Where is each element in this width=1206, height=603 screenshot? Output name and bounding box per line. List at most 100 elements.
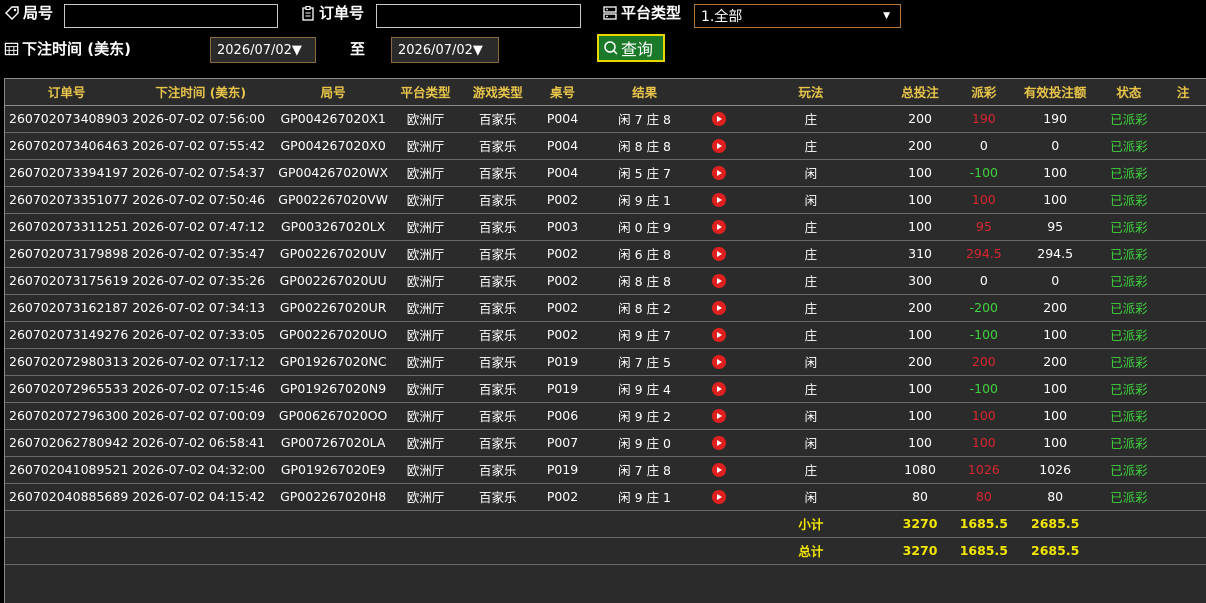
cell-play: [701, 483, 737, 511]
header-platform: 平台类型: [393, 79, 458, 106]
cell-table-no: P004: [537, 105, 588, 133]
cell-payout: 80: [954, 483, 1013, 511]
play-video-icon[interactable]: [712, 355, 727, 370]
play-video-icon[interactable]: [712, 274, 727, 289]
cell-valid-bet: 200: [1012, 348, 1098, 376]
cell-order-no: 260702072796300: [5, 402, 129, 430]
cell-bet-time: 2026-07-02 07:33:05: [128, 321, 274, 349]
table-row[interactable]: 260702062780942 2026-07-02 06:58:41 GP0072…: [5, 429, 1206, 457]
cell-table-no: P002: [537, 321, 588, 349]
cell-round-no: GP002267020UR: [273, 294, 394, 322]
orders-table: 订单号 下注时间 (美东) 局号 平台类型 游戏类型 桌号 结果 玩法 总投注 派彩 有效投注额 状态…: [5, 79, 1206, 565]
table-row[interactable]: 260702073408903 2026-07-02 07:56:00 GP0042…: [5, 105, 1206, 133]
cell-platform: 欧洲厅: [393, 375, 458, 403]
play-video-icon[interactable]: [712, 409, 727, 424]
play-video-icon[interactable]: [712, 166, 727, 181]
cell-platform: 欧洲厅: [393, 483, 458, 511]
table-row[interactable]: 260702073406463 2026-07-02 07:55:42 GP0042…: [5, 132, 1206, 160]
table-row[interactable]: 260702073175619 2026-07-02 07:35:26 GP0022…: [5, 267, 1206, 295]
cell-order-no: 260702073175619: [5, 267, 129, 295]
cell-round-no: GP002267020UU: [273, 267, 394, 295]
play-video-icon[interactable]: [712, 112, 727, 127]
table-row[interactable]: 260702072965533 2026-07-02 07:15:46 GP0192…: [5, 375, 1206, 403]
play-video-icon[interactable]: [712, 301, 727, 316]
table-row[interactable]: 260702073394197 2026-07-02 07:54:37 GP0042…: [5, 159, 1206, 187]
sum-payout: 1685.5: [954, 510, 1013, 538]
play-video-icon[interactable]: [712, 436, 727, 451]
table-row[interactable]: 260702073162187 2026-07-02 07:34:13 GP0022…: [5, 294, 1206, 322]
cell-status: 已派彩: [1097, 105, 1161, 133]
cell-bet-type: 闲: [736, 348, 886, 376]
cell-total-bet: 100: [885, 375, 955, 403]
cell-result: 闲 9 庄 7: [587, 321, 702, 349]
cell-table-no: P004: [537, 132, 588, 160]
date-to-select[interactable]: 2026/07/02▼: [391, 37, 499, 63]
cell-table-no: P002: [537, 267, 588, 295]
cell-result: 闲 9 庄 2: [587, 402, 702, 430]
orders-table-container[interactable]: 订单号 下注时间 (美东) 局号 平台类型 游戏类型 桌号 结果 玩法 总投注 派彩 有效投注额 状态…: [4, 78, 1206, 603]
table-row[interactable]: 260702073351077 2026-07-02 07:50:46 GP0022…: [5, 186, 1206, 214]
subtotal-row: 小计 3270 1685.5 2685.5: [5, 510, 1206, 538]
cell-game-type: 百家乐: [457, 186, 538, 214]
cell-platform: 欧洲厅: [393, 321, 458, 349]
cell-table-no: P019: [537, 348, 588, 376]
cell-play: [701, 132, 737, 160]
cell-result: 闲 8 庄 8: [587, 132, 702, 160]
platform-select[interactable]: 1.全部 ▼: [694, 4, 901, 28]
cell-bet-time: 2026-07-02 07:56:00: [128, 105, 274, 133]
cell-game-type: 百家乐: [457, 456, 538, 484]
cell-round-no: GP002267020H8: [273, 483, 394, 511]
play-video-icon[interactable]: [712, 463, 727, 478]
play-video-icon[interactable]: [712, 490, 727, 505]
cell-result: 闲 6 庄 8: [587, 240, 702, 268]
cell-total-bet: 100: [885, 402, 955, 430]
query-button[interactable]: 查询: [597, 34, 665, 62]
order-label: 订单号: [300, 2, 364, 23]
cell-total-bet: 200: [885, 105, 955, 133]
table-row[interactable]: 260702073179898 2026-07-02 07:35:47 GP0022…: [5, 240, 1206, 268]
time-label: 下注时间 (美东): [4, 38, 131, 59]
cell-bet-time: 2026-07-02 07:15:46: [128, 375, 274, 403]
cell-status: 已派彩: [1097, 321, 1161, 349]
play-video-icon[interactable]: [712, 193, 727, 208]
header-result: 结果: [587, 79, 702, 106]
cell-table-no: P007: [537, 429, 588, 457]
cell-payout: -100: [954, 159, 1013, 187]
cell-payout: 1026: [954, 456, 1013, 484]
cell-game-type: 百家乐: [457, 213, 538, 241]
table-row[interactable]: 260702041089521 2026-07-02 04:32:00 GP0192…: [5, 456, 1206, 484]
play-video-icon[interactable]: [712, 139, 727, 154]
cell-bet-time: 2026-07-02 04:15:42: [128, 483, 274, 511]
table-row[interactable]: 260702072796300 2026-07-02 07:00:09 GP0062…: [5, 402, 1206, 430]
round-input[interactable]: [64, 4, 278, 28]
header-game-type: 游戏类型: [457, 79, 538, 106]
table-row[interactable]: 260702073149276 2026-07-02 07:33:05 GP0022…: [5, 321, 1206, 349]
cell-bet-time: 2026-07-02 07:35:47: [128, 240, 274, 268]
play-video-icon[interactable]: [712, 382, 727, 397]
table-row[interactable]: 260702040885689 2026-07-02 04:15:42 GP0022…: [5, 483, 1206, 511]
cell-payout: 294.5: [954, 240, 1013, 268]
empty-cell: [128, 510, 274, 538]
cell-bet-type: 庄: [736, 105, 886, 133]
play-video-icon[interactable]: [712, 328, 727, 343]
play-video-icon[interactable]: [712, 220, 727, 235]
empty-cell: [537, 537, 588, 565]
table-row[interactable]: 260702073311251 2026-07-02 07:47:12 GP0032…: [5, 213, 1206, 241]
empty-cell: [587, 510, 702, 538]
cell-total-bet: 300: [885, 267, 955, 295]
empty-cell: [273, 510, 394, 538]
cell-round-no: GP002267020VW: [273, 186, 394, 214]
cell-status: 已派彩: [1097, 402, 1161, 430]
cell-game-type: 百家乐: [457, 375, 538, 403]
table-row[interactable]: 260702072980313 2026-07-02 07:17:12 GP0192…: [5, 348, 1206, 376]
cell-valid-bet: 100: [1012, 186, 1098, 214]
cell-valid-bet: 100: [1012, 402, 1098, 430]
cell-platform: 欧洲厅: [393, 105, 458, 133]
order-input[interactable]: [376, 4, 581, 28]
play-video-icon[interactable]: [712, 247, 727, 262]
cell-order-no: 260702040885689: [5, 483, 129, 511]
cell-game-type: 百家乐: [457, 321, 538, 349]
empty-cell: [128, 537, 274, 565]
date-from-select[interactable]: 2026/07/02▼: [210, 37, 316, 63]
header-extra: 注: [1160, 79, 1206, 106]
